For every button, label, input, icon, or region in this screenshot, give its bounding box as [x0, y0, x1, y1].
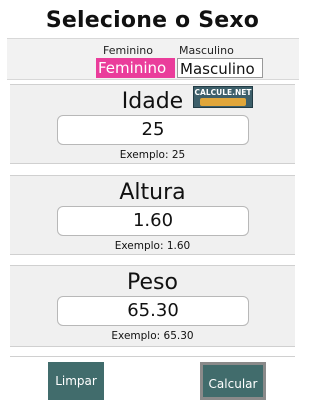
logo-text: CALCULE.NET: [194, 88, 252, 97]
age-input[interactable]: 25: [57, 115, 249, 145]
weight-hint: Exemplo: 65.30: [111, 330, 194, 342]
height-section: Altura 1.60 Exemplo: 1.60: [10, 175, 295, 255]
calculate-button[interactable]: Calcular: [200, 362, 266, 400]
page-title: Selecione o Sexo: [45, 8, 260, 33]
height-hint: Exemplo: 1.60: [114, 240, 191, 252]
weight-section: Peso 65.30 Exemplo: 65.30: [10, 265, 295, 347]
clear-button[interactable]: Limpar: [48, 362, 104, 400]
weight-label: Peso: [127, 270, 178, 295]
sex-label-female: Feminino: [103, 44, 153, 57]
age-hint: Exemplo: 25: [119, 149, 186, 161]
age-section: Idade CALCULE.NET 25 Exemplo: 25: [10, 84, 295, 164]
height-label: Altura: [119, 180, 186, 205]
female-button[interactable]: Feminino: [96, 58, 175, 78]
male-button[interactable]: Masculino: [177, 58, 263, 78]
sex-label-male: Masculino: [179, 44, 234, 57]
weight-input[interactable]: 65.30: [57, 296, 249, 326]
calcule-logo[interactable]: CALCULE.NET: [193, 86, 253, 108]
logo-band-icon: [200, 98, 246, 106]
divider: [10, 356, 295, 357]
sex-selector: Feminino Masculino Feminino Masculino: [7, 38, 299, 80]
height-input[interactable]: 1.60: [57, 206, 249, 236]
